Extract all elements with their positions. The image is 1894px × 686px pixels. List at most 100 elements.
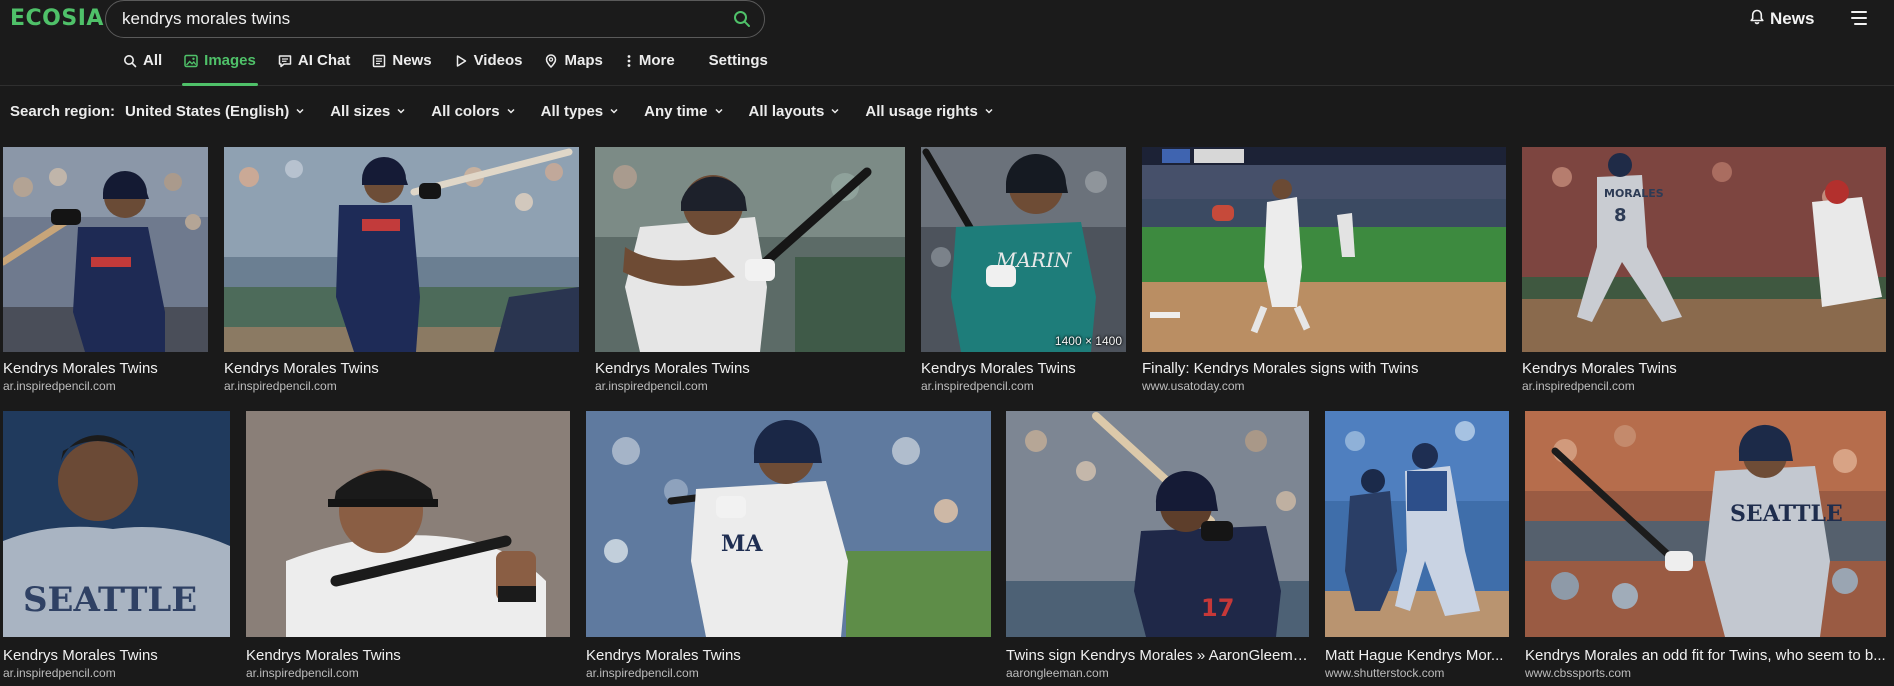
tab-label: Videos xyxy=(473,52,523,69)
image-result-card[interactable]: MA Kendrys Morales Twins ar.inspiredpenc… xyxy=(586,411,991,686)
image-result-card[interactable]: Matt Hague Kendrys Mor... www.shuttersto… xyxy=(1325,411,1509,686)
news-button[interactable]: News xyxy=(1750,8,1814,30)
image-result-card[interactable]: SEATTLE Kendrys Morales an odd fit for T… xyxy=(1525,411,1886,686)
result-thumbnail[interactable] xyxy=(595,147,905,352)
result-thumbnail[interactable]: 17 xyxy=(1006,411,1309,637)
result-thumbnail[interactable] xyxy=(1142,147,1506,352)
result-source[interactable]: aarongleeman.com xyxy=(1006,666,1309,680)
result-title[interactable]: Kendrys Morales Twins xyxy=(921,360,1126,377)
result-title[interactable]: Kendrys Morales Twins xyxy=(1522,360,1886,377)
chat-icon xyxy=(278,52,292,72)
chevron-down-icon xyxy=(506,103,516,120)
result-source[interactable]: www.shutterstock.com xyxy=(1325,666,1509,680)
top-header: ECOSIA News All Images AI Chat News xyxy=(0,0,1894,86)
image-result-card[interactable]: MORALES 8 Kendrys Morales Twins ar.inspi… xyxy=(1522,147,1886,397)
result-title[interactable]: Kendrys Morales Twins xyxy=(224,360,579,377)
tab-ai-chat[interactable]: AI Chat xyxy=(278,52,351,86)
news-button-label: News xyxy=(1770,9,1815,28)
image-result-card[interactable]: Kendrys Morales Twins ar.inspiredpencil.… xyxy=(595,147,905,397)
image-result-card[interactable]: SEATTLE Kendrys Morales Twins ar.inspire… xyxy=(3,411,230,686)
image-result-card[interactable]: 17 Twins sign Kendrys Morales » AaronGle… xyxy=(1006,411,1309,686)
result-source[interactable]: ar.inspiredpencil.com xyxy=(3,666,230,680)
image-result-card[interactable]: Kendrys Morales Twins ar.inspiredpencil.… xyxy=(224,147,579,397)
result-title[interactable]: Kendrys Morales Twins xyxy=(246,647,570,664)
tab-label: Maps xyxy=(564,52,603,69)
chevron-down-icon xyxy=(609,103,619,120)
result-source[interactable]: ar.inspiredpencil.com xyxy=(1522,379,1886,393)
image-result-card[interactable]: Kendrys Morales Twins ar.inspiredpencil.… xyxy=(3,147,208,397)
region-prefix-label: Search region: xyxy=(10,102,116,120)
result-source[interactable]: ar.inspiredpencil.com xyxy=(586,666,991,680)
image-result-card[interactable]: Kendrys Morales Twins ar.inspiredpencil.… xyxy=(246,411,570,686)
time-filter[interactable]: Any time xyxy=(644,103,723,120)
search-input[interactable] xyxy=(122,9,722,29)
tab-label: AI Chat xyxy=(297,52,351,69)
search-icon[interactable] xyxy=(732,9,752,29)
result-source[interactable]: ar.inspiredpencil.com xyxy=(246,666,570,680)
search-bar[interactable] xyxy=(105,0,765,38)
result-source[interactable]: www.usatoday.com xyxy=(1142,379,1506,393)
result-thumbnail[interactable] xyxy=(224,147,579,352)
layout-filter[interactable]: All layouts xyxy=(749,103,841,120)
size-filter-label: All sizes xyxy=(330,102,391,120)
result-title[interactable]: Matt Hague Kendrys Mor... xyxy=(1325,647,1509,664)
search-tabs: All Images AI Chat News Videos Maps More… xyxy=(123,52,790,86)
search-icon xyxy=(123,52,137,72)
type-filter-label: All types xyxy=(540,102,604,120)
image-dimensions: 1400 × 1400 xyxy=(1054,334,1122,348)
tab-label: All xyxy=(143,52,163,69)
play-icon xyxy=(454,52,468,72)
type-filter[interactable]: All types xyxy=(541,103,620,120)
result-source[interactable]: ar.inspiredpencil.com xyxy=(224,379,579,393)
svg-text:17: 17 xyxy=(1201,594,1234,622)
newspaper-icon xyxy=(372,52,386,72)
result-title[interactable]: Kendrys Morales Twins xyxy=(3,360,208,377)
color-filter[interactable]: All colors xyxy=(431,103,515,120)
tab-more[interactable]: More xyxy=(625,52,675,86)
result-source[interactable]: ar.inspiredpencil.com xyxy=(3,379,208,393)
result-thumbnail[interactable] xyxy=(1325,411,1509,637)
ecosia-logo[interactable]: ECOSIA xyxy=(10,6,104,31)
image-result-card[interactable]: MARIN 1400 × 1400 Kendrys Morales Twins … xyxy=(921,147,1126,397)
image-result-card[interactable]: Finally: Kendrys Morales signs with Twin… xyxy=(1142,147,1506,397)
usage-rights-filter[interactable]: All usage rights xyxy=(865,103,994,120)
chevron-down-icon xyxy=(396,103,406,120)
tab-label: Images xyxy=(204,52,256,69)
result-thumbnail[interactable]: MARIN 1400 × 1400 xyxy=(921,147,1126,352)
usage-rights-filter-label: All usage rights xyxy=(865,102,978,120)
size-filter[interactable]: All sizes xyxy=(330,103,406,120)
result-title[interactable]: Kendrys Morales Twins xyxy=(3,647,230,664)
result-title[interactable]: Kendrys Morales Twins xyxy=(586,647,991,664)
chevron-down-icon xyxy=(830,103,840,120)
tab-maps[interactable]: Maps xyxy=(544,52,603,86)
result-title[interactable]: Kendrys Morales an odd fit for Twins, wh… xyxy=(1525,647,1886,664)
tab-images[interactable]: Images xyxy=(182,52,258,86)
image-icon xyxy=(184,52,198,72)
tab-videos[interactable]: Videos xyxy=(454,52,523,86)
result-source[interactable]: ar.inspiredpencil.com xyxy=(921,379,1126,393)
tab-news[interactable]: News xyxy=(372,52,432,86)
result-title[interactable]: Kendrys Morales Twins xyxy=(595,360,905,377)
result-source[interactable]: www.cbssports.com xyxy=(1525,666,1886,680)
tab-label: More xyxy=(638,52,675,69)
result-title[interactable]: Twins sign Kendrys Morales » AaronGleema… xyxy=(1006,647,1309,664)
result-thumbnail[interactable]: MA xyxy=(586,411,991,637)
hamburger-menu-icon[interactable] xyxy=(1849,9,1869,27)
result-source[interactable]: ar.inspiredpencil.com xyxy=(595,379,905,393)
svg-text:SEATTLE: SEATTLE xyxy=(1730,501,1843,527)
result-thumbnail[interactable]: MORALES 8 xyxy=(1522,147,1886,352)
result-title[interactable]: Finally: Kendrys Morales signs with Twin… xyxy=(1142,360,1506,377)
tab-settings[interactable]: Settings xyxy=(709,52,768,86)
tab-all[interactable]: All xyxy=(123,52,162,86)
region-filter[interactable]: Search region: United States (English) xyxy=(10,103,305,120)
result-thumbnail[interactable] xyxy=(3,147,208,352)
result-thumbnail[interactable]: SEATTLE xyxy=(1525,411,1886,637)
result-thumbnail[interactable]: SEATTLE xyxy=(3,411,230,637)
map-pin-icon xyxy=(544,52,558,72)
time-filter-label: Any time xyxy=(644,102,708,120)
svg-text:MORALES: MORALES xyxy=(1604,187,1664,200)
svg-text:SEATTLE: SEATTLE xyxy=(23,580,197,620)
chevron-down-icon xyxy=(295,103,305,120)
result-thumbnail[interactable] xyxy=(246,411,570,637)
tab-label: Settings xyxy=(708,52,768,69)
